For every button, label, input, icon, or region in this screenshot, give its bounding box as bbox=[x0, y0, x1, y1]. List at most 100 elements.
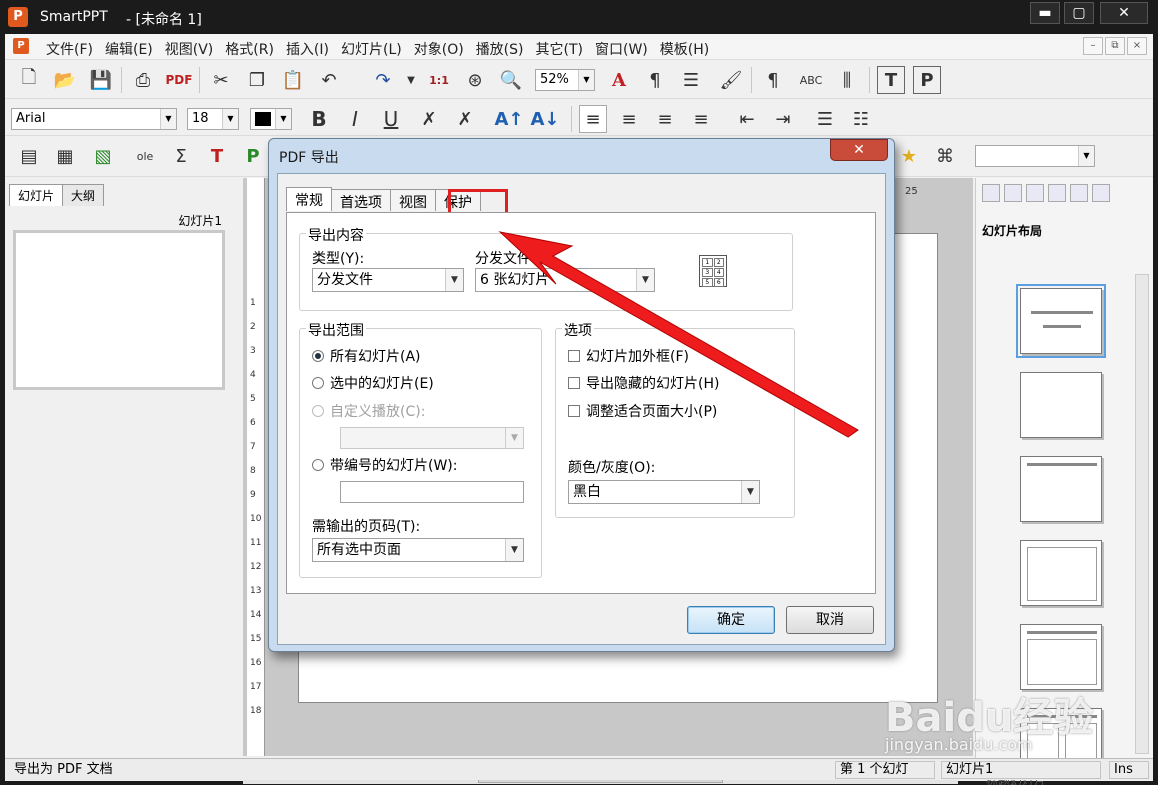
checkbox-hidden[interactable] bbox=[568, 377, 580, 389]
align-center-icon[interactable]: ≡ bbox=[615, 105, 643, 133]
handout-select[interactable]: 6 张幻灯片 ▼ bbox=[475, 268, 655, 292]
open-folder-icon[interactable]: 📂 bbox=[51, 66, 79, 94]
menu-template[interactable]: 模板(H) bbox=[654, 39, 715, 59]
tab-slides[interactable]: 幻灯片 bbox=[9, 184, 64, 206]
template-p-icon[interactable]: P bbox=[913, 66, 941, 94]
p-object-icon[interactable]: P bbox=[239, 142, 267, 170]
italic-button[interactable]: I bbox=[341, 105, 369, 133]
color-scheme-icon[interactable] bbox=[1026, 184, 1044, 202]
bullet-list-icon[interactable]: ☰ bbox=[811, 105, 839, 133]
design-icon[interactable] bbox=[1004, 184, 1022, 202]
copy-icon[interactable]: ❐ bbox=[243, 66, 271, 94]
align-left-icon[interactable]: ≡ bbox=[579, 105, 607, 133]
radio-selected-slides[interactable] bbox=[312, 377, 324, 389]
align-right-icon[interactable]: ≡ bbox=[651, 105, 679, 133]
actual-size-icon[interactable]: 1:1 bbox=[425, 66, 453, 94]
font-color-combo[interactable]: ▼ bbox=[250, 108, 292, 130]
doc-restore-button[interactable]: ⧉ bbox=[1105, 37, 1125, 55]
redo-icon[interactable]: ↷ bbox=[369, 66, 397, 94]
menu-window[interactable]: 窗口(W) bbox=[589, 39, 654, 59]
custom-shape-icon[interactable]: ⌘ bbox=[931, 142, 959, 170]
menu-play[interactable]: 播放(S) bbox=[470, 39, 530, 59]
transition-icon[interactable] bbox=[1092, 184, 1110, 202]
shape-combo[interactable]: ▼ bbox=[975, 145, 1095, 167]
image-icon[interactable]: ▧ bbox=[89, 142, 117, 170]
minimize-button[interactable]: ▬ bbox=[1030, 2, 1060, 24]
grow-font-icon[interactable]: A↑ bbox=[495, 105, 524, 133]
color-select[interactable]: 黑白 ▼ bbox=[568, 480, 760, 504]
text-color-icon[interactable]: A bbox=[605, 66, 633, 94]
decrease-indent-icon[interactable]: ⇤ bbox=[733, 105, 761, 133]
list-icon[interactable]: ☰ bbox=[677, 66, 705, 94]
spell-check-icon[interactable]: ABC bbox=[797, 66, 825, 94]
hidden-label[interactable]: 导出隐藏的幻灯片(H) bbox=[586, 373, 719, 393]
zoom-region-icon[interactable]: ⊛ bbox=[461, 66, 489, 94]
menu-slide[interactable]: 幻灯片(L) bbox=[335, 39, 408, 59]
menu-insert[interactable]: 插入(I) bbox=[280, 39, 335, 59]
radio-numbered-slides[interactable] bbox=[312, 459, 324, 471]
ok-button[interactable]: 确定 bbox=[687, 606, 775, 634]
all-slides-label[interactable]: 所有幻灯片(A) bbox=[330, 346, 421, 366]
menu-format[interactable]: 格式(R) bbox=[219, 39, 280, 59]
animation-icon[interactable] bbox=[1070, 184, 1088, 202]
undo-icon[interactable]: ↶ bbox=[315, 66, 343, 94]
formula-icon[interactable]: Σ bbox=[167, 142, 195, 170]
doc-close-button[interactable]: × bbox=[1127, 37, 1147, 55]
numbered-slides-label[interactable]: 带编号的幻灯片(W): bbox=[330, 455, 457, 475]
font-size-combo[interactable]: 18 ▼ bbox=[187, 108, 239, 130]
dialog-close-button[interactable]: ✕ bbox=[830, 139, 888, 161]
slide-thumbnail[interactable] bbox=[13, 230, 225, 390]
ole-object-icon[interactable]: ole bbox=[131, 142, 159, 170]
zoom-icon[interactable]: 🔍 bbox=[497, 66, 525, 94]
layout-scrollbar[interactable] bbox=[1135, 274, 1149, 754]
pdf-export-icon[interactable]: PDF bbox=[165, 66, 193, 94]
layout-title-content[interactable] bbox=[1020, 624, 1102, 690]
shrink-font-icon[interactable]: A↓ bbox=[531, 105, 560, 133]
numbered-slides-input[interactable] bbox=[340, 481, 524, 503]
frame-label[interactable]: 幻灯片加外框(F) bbox=[586, 346, 689, 366]
paste-icon[interactable]: 📋 bbox=[279, 66, 307, 94]
layout-content[interactable] bbox=[1020, 540, 1102, 606]
bold-button[interactable]: B bbox=[305, 105, 333, 133]
layout-blank[interactable] bbox=[1020, 372, 1102, 438]
menu-view[interactable]: 视图(V) bbox=[159, 39, 220, 59]
menu-other[interactable]: 其它(T) bbox=[530, 39, 589, 59]
tab-view[interactable]: 视图 bbox=[390, 189, 436, 211]
double-strike-icon[interactable]: ✗ bbox=[451, 105, 479, 133]
justify-icon[interactable]: ≡ bbox=[687, 105, 715, 133]
cancel-button[interactable]: 取消 bbox=[786, 606, 874, 634]
print-icon[interactable]: ⎙ bbox=[129, 66, 157, 94]
pages-select[interactable]: 所有选中页面 ▼ bbox=[312, 538, 524, 562]
menu-object[interactable]: 对象(O) bbox=[408, 39, 470, 59]
template-t-icon[interactable]: T bbox=[877, 66, 905, 94]
type-select[interactable]: 分发文件 ▼ bbox=[312, 268, 464, 292]
layout-title-slide[interactable] bbox=[1016, 284, 1106, 358]
text-frame-icon[interactable]: ▤ bbox=[15, 142, 43, 170]
radio-all-slides[interactable] bbox=[312, 350, 324, 362]
strikethrough-icon[interactable]: ✗ bbox=[415, 105, 443, 133]
font-name-combo[interactable]: Arial ▼ bbox=[11, 108, 177, 130]
redo-dropdown-icon[interactable]: ▼ bbox=[397, 66, 425, 94]
new-document-icon[interactable]: 🗋 bbox=[15, 66, 43, 94]
layout-icon[interactable] bbox=[982, 184, 1000, 202]
close-window-button[interactable]: ✕ bbox=[1100, 2, 1148, 24]
maximize-button[interactable]: ▢ bbox=[1064, 2, 1094, 24]
formatting-marks-icon[interactable]: ¶ bbox=[759, 66, 787, 94]
zoom-combo[interactable]: 52% ▼ bbox=[535, 69, 595, 91]
fit-label[interactable]: 调整适合页面大小(P) bbox=[586, 401, 717, 421]
underline-button[interactable]: U bbox=[377, 105, 405, 133]
menu-edit[interactable]: 编辑(E) bbox=[99, 39, 159, 59]
column-icon[interactable]: ⫼ bbox=[833, 66, 861, 94]
paragraph-style-icon[interactable]: ¶ bbox=[641, 66, 669, 94]
tab-outline[interactable]: 大纲 bbox=[62, 184, 105, 206]
table-icon[interactable]: ▦ bbox=[51, 142, 79, 170]
numbered-list-icon[interactable]: ☷ bbox=[847, 105, 875, 133]
tab-general[interactable]: 常规 bbox=[286, 187, 332, 211]
layout-title-only[interactable] bbox=[1020, 456, 1102, 522]
increase-indent-icon[interactable]: ⇥ bbox=[769, 105, 797, 133]
checkbox-fit[interactable] bbox=[568, 405, 580, 417]
doc-minimize-button[interactable]: – bbox=[1083, 37, 1103, 55]
star-shape-icon[interactable]: ★ bbox=[895, 142, 923, 170]
menu-file[interactable]: 文件(F) bbox=[40, 39, 99, 59]
save-icon[interactable]: 💾 bbox=[87, 66, 115, 94]
